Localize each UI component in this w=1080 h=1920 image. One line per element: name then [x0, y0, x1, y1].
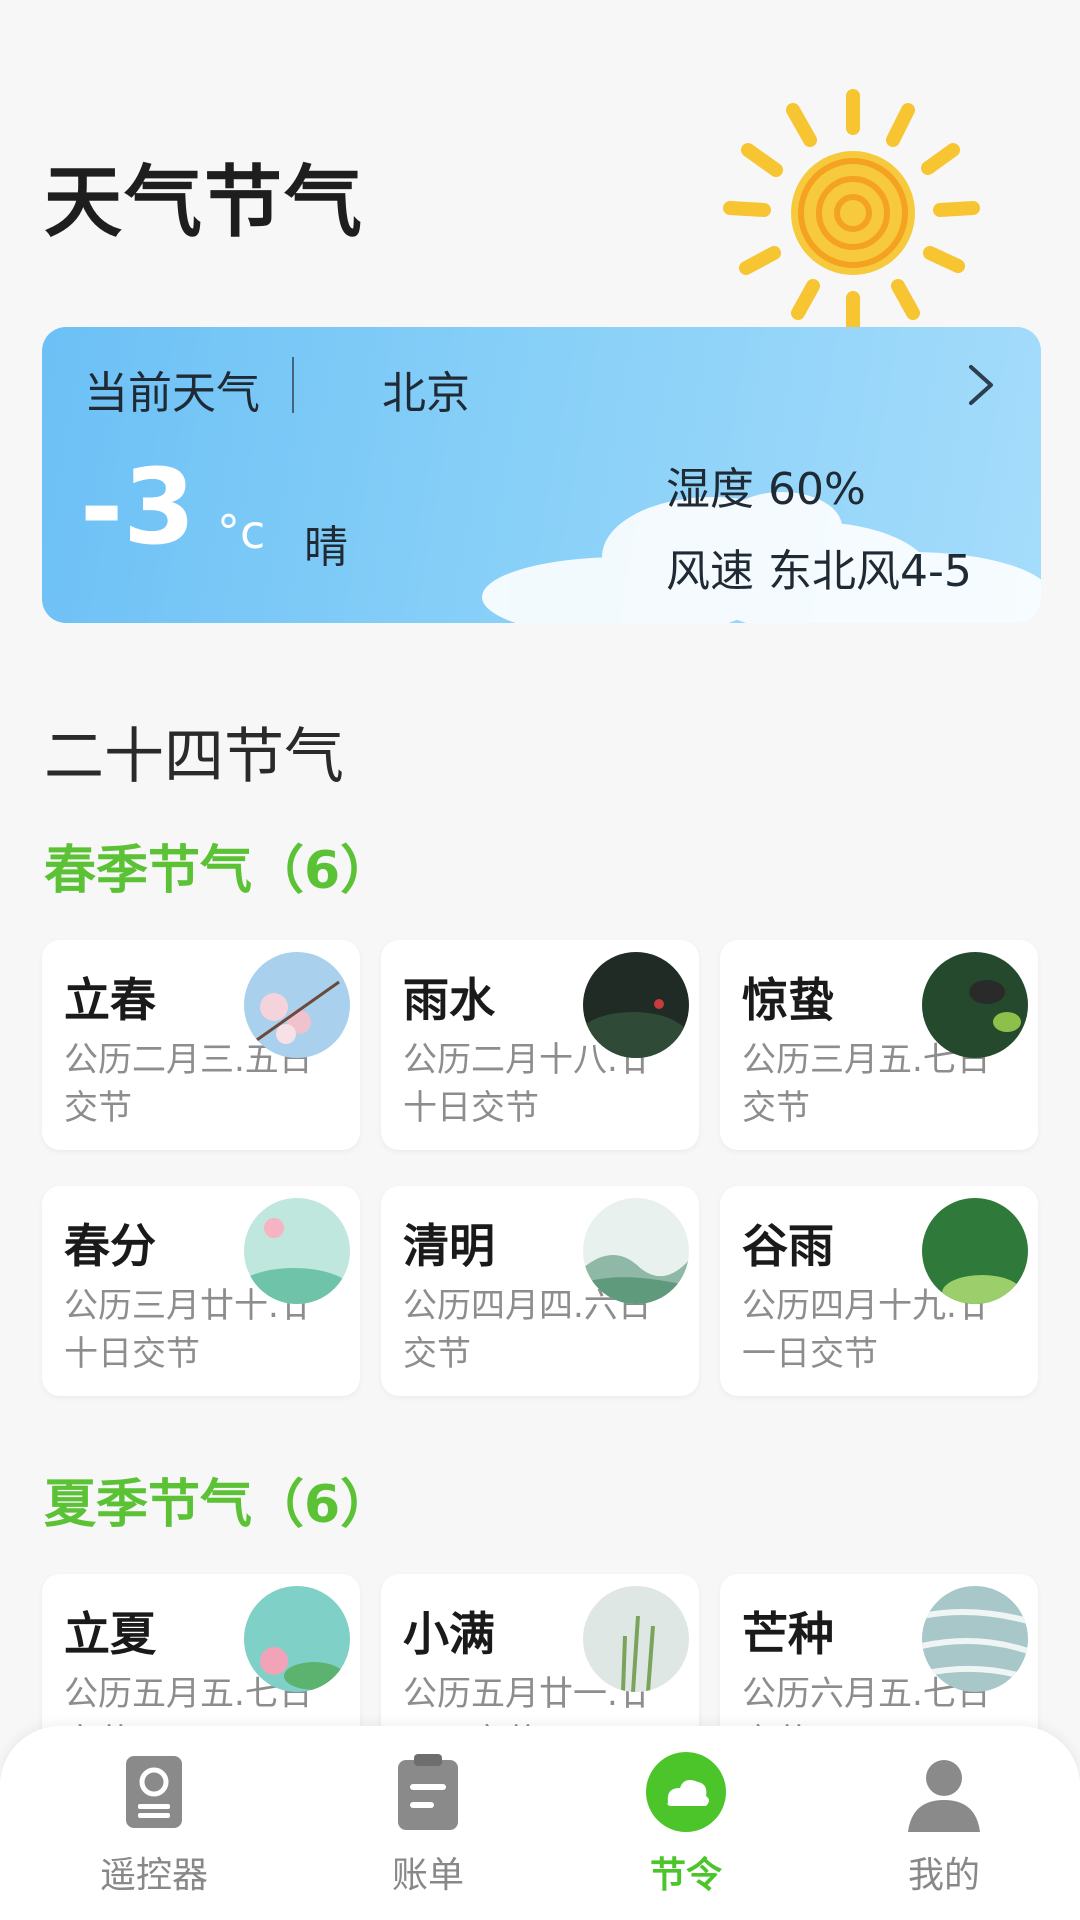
- term-name: 立夏: [64, 1607, 156, 1661]
- term-card-lichun[interactable]: 立春 公历二月三.五日交节: [42, 940, 360, 1150]
- remote-icon: [126, 1756, 182, 1828]
- term-name: 春分: [64, 1219, 156, 1273]
- blossom-thumbnail: [244, 952, 350, 1058]
- user-icon: [908, 1760, 980, 1832]
- spring-scene-thumbnail: [244, 1198, 350, 1304]
- tab-mine[interactable]: 我的: [844, 1750, 1044, 1910]
- current-weather-card[interactable]: 当前天气 北京 -3 °c 晴 湿度 60% 风速 东北风4-5: [42, 327, 1041, 623]
- green-leaf-thumbnail: [922, 1198, 1028, 1304]
- cloud-icon: [646, 1752, 726, 1832]
- lotus-thumbnail: [244, 1586, 350, 1692]
- spring-season-title: 春季节气（6）: [44, 841, 393, 901]
- term-name: 芒种: [742, 1607, 834, 1661]
- tab-bill[interactable]: 账单: [328, 1750, 528, 1910]
- landscape-thumbnail: [583, 1198, 689, 1304]
- term-name: 谷雨: [742, 1219, 834, 1273]
- term-card-qingming[interactable]: 清明 公历四月四.六日交节: [381, 1186, 699, 1396]
- tab-mine-label: 我的: [907, 1855, 980, 1896]
- rain-thumbnail: [583, 952, 689, 1058]
- bottom-tab-bar: 遥控器 账单 节令 我的: [0, 1726, 1080, 1920]
- term-card-yushui[interactable]: 雨水 公历二月十八.廿十日交节: [381, 940, 699, 1150]
- wheat-thumbnail: [583, 1586, 689, 1692]
- wind-text: 风速 东北风4-5: [666, 546, 972, 597]
- terrace-field-thumbnail: [922, 1586, 1028, 1692]
- divider: [292, 357, 294, 413]
- sun-icon: [723, 89, 980, 335]
- butterfly-thumbnail: [922, 952, 1028, 1058]
- term-card-jingzhe[interactable]: 惊蛰 公历三月五.七日交节: [720, 940, 1038, 1150]
- humidity-text: 湿度 60%: [666, 464, 866, 515]
- tab-bill-label: 账单: [391, 1855, 464, 1896]
- term-name: 惊蛰: [742, 973, 834, 1027]
- summer-season-title: 夏季节气（6）: [44, 1475, 393, 1535]
- tab-solar-terms[interactable]: 节令: [586, 1750, 786, 1910]
- tab-solar-terms-label: 节令: [649, 1855, 722, 1896]
- term-name: 立春: [64, 973, 156, 1027]
- chevron-right-icon[interactable]: [965, 361, 997, 409]
- section-title: 二十四节气: [44, 722, 344, 792]
- temperature-value: -3: [80, 446, 196, 568]
- weather-condition: 晴: [304, 522, 348, 573]
- current-weather-label: 当前天气: [84, 368, 260, 419]
- term-card-guyu[interactable]: 谷雨 公历四月十九.廿一日交节: [720, 1186, 1038, 1396]
- page-title: 天气节气: [44, 158, 365, 248]
- temperature-unit: °c: [217, 505, 266, 559]
- term-name: 小满: [403, 1607, 495, 1661]
- bill-icon: [398, 1754, 458, 1830]
- term-card-chunfen[interactable]: 春分 公历三月廿十.廿十日交节: [42, 1186, 360, 1396]
- term-name: 清明: [403, 1219, 495, 1273]
- city-name[interactable]: 北京: [382, 357, 470, 421]
- tab-remote[interactable]: 遥控器: [54, 1750, 254, 1910]
- term-name: 雨水: [403, 973, 495, 1027]
- tab-remote-label: 遥控器: [99, 1855, 208, 1896]
